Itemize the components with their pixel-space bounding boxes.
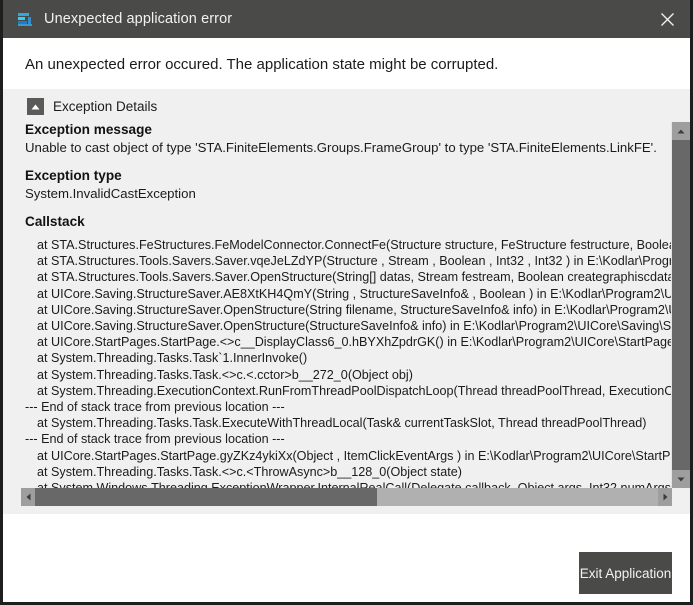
callstack-line: at STA.Structures.FeStructures.FeModelCo… bbox=[25, 237, 671, 253]
callstack-line: at UICore.Saving.StructureSaver.AE8XtKH4… bbox=[25, 286, 671, 302]
callstack-line: at UICore.Saving.StructureSaver.OpenStru… bbox=[25, 302, 671, 318]
details-scroll-area: Exception message Unable to cast object … bbox=[21, 122, 690, 488]
chevron-up-icon[interactable] bbox=[27, 98, 44, 115]
exception-message-heading: Exception message bbox=[25, 122, 671, 137]
callstack-line: at STA.Structures.Tools.Savers.Saver.vqe… bbox=[25, 253, 671, 269]
details-content: Exception message Unable to cast object … bbox=[21, 122, 671, 488]
dialog-footer: Exit Application bbox=[3, 514, 690, 602]
application-bars-icon bbox=[18, 11, 34, 27]
error-dialog: Unexpected application error An unexpect… bbox=[0, 0, 693, 605]
callstack-heading: Callstack bbox=[25, 214, 671, 229]
message-band: An unexpected error occured. The applica… bbox=[3, 38, 690, 89]
vertical-scrollbar[interactable] bbox=[671, 122, 690, 488]
scrollbar-spacer bbox=[3, 506, 690, 514]
error-message: An unexpected error occured. The applica… bbox=[25, 56, 690, 73]
callstack-line: at UICore.StartPages.StartPage.<>c__Disp… bbox=[25, 334, 671, 350]
scroll-left-arrow-icon[interactable] bbox=[21, 488, 35, 506]
scroll-up-arrow-icon[interactable] bbox=[672, 122, 690, 140]
scroll-right-arrow-icon[interactable] bbox=[658, 488, 672, 506]
callstack-line: at System.Windows.Threading.ExceptionWra… bbox=[25, 480, 671, 488]
exception-type-heading: Exception type bbox=[25, 168, 671, 183]
window-title: Unexpected application error bbox=[44, 11, 232, 27]
details-body: Exception Details Exception message Unab… bbox=[3, 89, 690, 514]
callstack-line: at UICore.Saving.StructureSaver.OpenStru… bbox=[25, 318, 671, 334]
exit-application-button[interactable]: Exit Application bbox=[579, 552, 672, 594]
callstack-line: at UICore.StartPages.StartPage.gyZKz4yki… bbox=[25, 448, 671, 464]
callstack-line: at System.Threading.Tasks.Task`1.InnerIn… bbox=[25, 350, 671, 366]
vertical-scroll-thumb[interactable] bbox=[672, 140, 690, 472]
exception-details-label: Exception Details bbox=[53, 99, 157, 114]
exception-details-expander[interactable]: Exception Details bbox=[3, 89, 690, 122]
callstack-line: at System.Threading.Tasks.Task.ExecuteWi… bbox=[25, 415, 671, 431]
exception-type-value: System.InvalidCastException bbox=[25, 186, 671, 201]
exception-message-value: Unable to cast object of type 'STA.Finit… bbox=[25, 140, 671, 155]
callstack-line: at System.Threading.ExecutionContext.Run… bbox=[25, 383, 671, 399]
callstack-line: --- End of stack trace from previous loc… bbox=[25, 431, 671, 447]
close-icon[interactable] bbox=[644, 0, 690, 38]
callstack-line: --- End of stack trace from previous loc… bbox=[25, 399, 671, 415]
title-bar: Unexpected application error bbox=[3, 0, 690, 38]
scroll-down-arrow-icon[interactable] bbox=[672, 470, 690, 488]
horizontal-scroll-thumb[interactable] bbox=[35, 488, 377, 506]
callstack-line: at STA.Structures.Tools.Savers.Saver.Ope… bbox=[25, 269, 671, 285]
callstack-list: at STA.Structures.FeStructures.FeModelCo… bbox=[25, 237, 671, 488]
callstack-line: at System.Threading.Tasks.Task.<>c.<.cct… bbox=[25, 367, 671, 383]
horizontal-scrollbar[interactable] bbox=[21, 488, 672, 506]
callstack-line: at System.Threading.Tasks.Task.<>c.<Thro… bbox=[25, 464, 671, 480]
details-viewport: Exception message Unable to cast object … bbox=[21, 122, 671, 488]
